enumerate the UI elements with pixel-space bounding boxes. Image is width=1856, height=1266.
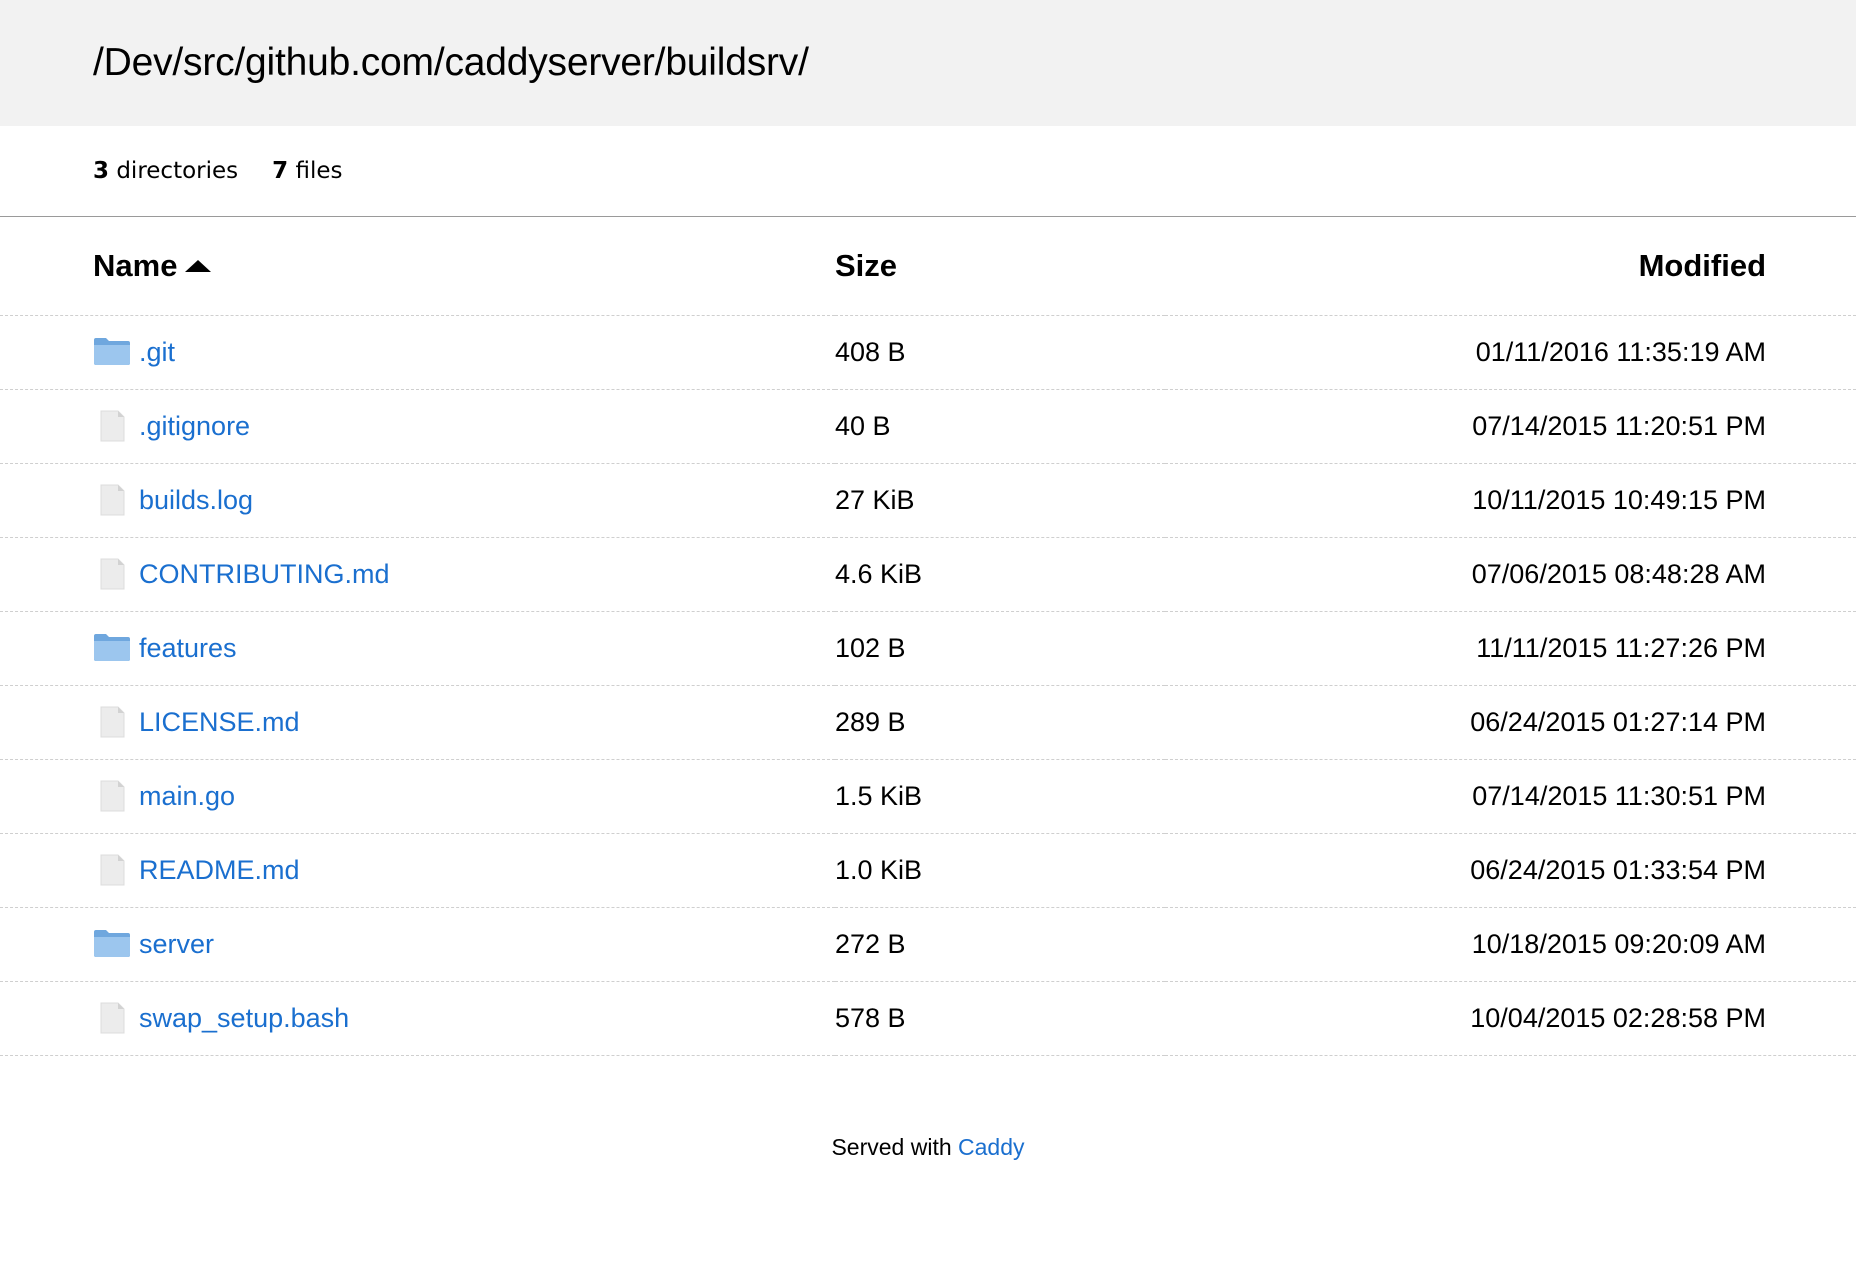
file-icon [93, 410, 131, 442]
size-cell: 578 B [835, 981, 1165, 1056]
file-icon [93, 484, 131, 516]
name-cell: README.md [0, 833, 835, 908]
modified-cell: 10/18/2015 09:20:09 AM [1165, 907, 1856, 982]
entry-link[interactable]: server [139, 929, 214, 960]
size-cell: 4.6 KiB [835, 537, 1165, 612]
size-cell: 408 B [835, 315, 1165, 390]
name-cell: LICENSE.md [0, 685, 835, 760]
column-header-size[interactable]: Size [835, 217, 1165, 316]
entry-link[interactable]: LICENSE.md [139, 707, 300, 738]
modified-cell: 07/06/2015 08:48:28 AM [1165, 537, 1856, 612]
column-header-modified-label: Modified [1638, 247, 1766, 283]
name-cell: features [0, 611, 835, 686]
directory-count-value: 3 [93, 158, 110, 184]
file-listing-table: Name Size Modified .git 408 B 01/11/2016… [0, 217, 1856, 1056]
size-cell: 40 B [835, 389, 1165, 464]
folder-icon [93, 632, 131, 664]
caddy-link[interactable]: Caddy [958, 1134, 1024, 1160]
page-header: /Dev/src/github.com/caddyserver/buildsrv… [0, 0, 1856, 126]
entry-link[interactable]: swap_setup.bash [139, 1003, 349, 1034]
modified-cell: 06/24/2015 01:33:54 PM [1165, 833, 1856, 908]
size-cell: 289 B [835, 685, 1165, 760]
table-row-features: features 102 B 11/11/2015 11:27:26 PM [0, 611, 1856, 686]
page-title: /Dev/src/github.com/caddyserver/buildsrv… [93, 41, 809, 84]
table-row-server: server 272 B 10/18/2015 09:20:09 AM [0, 907, 1856, 982]
sort-ascending-icon [185, 259, 212, 272]
table-row-readme-md: README.md 1.0 KiB 06/24/2015 01:33:54 PM [0, 833, 1856, 908]
file-icon [93, 558, 131, 590]
file-count: 7 files [272, 158, 342, 184]
directory-count: 3 directories [93, 158, 238, 184]
folder-icon [93, 336, 131, 368]
file-count-value: 7 [272, 158, 289, 184]
file-icon [93, 706, 131, 738]
name-cell: builds.log [0, 463, 835, 538]
column-header-modified[interactable]: Modified [1165, 217, 1856, 316]
name-cell: main.go [0, 759, 835, 834]
entry-link[interactable]: features [139, 633, 237, 664]
size-cell: 272 B [835, 907, 1165, 982]
entry-link[interactable]: CONTRIBUTING.md [139, 559, 390, 590]
entry-link[interactable]: .gitignore [139, 411, 250, 442]
entry-link[interactable]: builds.log [139, 485, 253, 516]
table-row-builds-log: builds.log 27 KiB 10/11/2015 10:49:15 PM [0, 463, 1856, 538]
name-cell: CONTRIBUTING.md [0, 537, 835, 612]
folder-icon [93, 928, 131, 960]
size-cell: 1.5 KiB [835, 759, 1165, 834]
entry-link[interactable]: .git [139, 337, 175, 368]
name-cell: .gitignore [0, 389, 835, 464]
modified-cell: 10/04/2015 02:28:58 PM [1165, 981, 1856, 1056]
entry-link[interactable]: main.go [139, 781, 235, 812]
column-header-name[interactable]: Name [0, 217, 835, 316]
name-cell: server [0, 907, 835, 982]
name-cell: .git [0, 315, 835, 390]
table-row-gitignore: .gitignore 40 B 07/14/2015 11:20:51 PM [0, 389, 1856, 464]
file-icon [93, 1002, 131, 1034]
table-row-git: .git 408 B 01/11/2016 11:35:19 AM [0, 315, 1856, 390]
modified-cell: 01/11/2016 11:35:19 AM [1165, 315, 1856, 390]
directory-count-label: directories [116, 158, 239, 184]
footer-text: Served with [831, 1133, 952, 1160]
modified-cell: 06/24/2015 01:27:14 PM [1165, 685, 1856, 760]
table-row-license-md: LICENSE.md 289 B 06/24/2015 01:27:14 PM [0, 685, 1856, 760]
name-cell: swap_setup.bash [0, 981, 835, 1056]
file-icon [93, 854, 131, 886]
table-row-swap-setup-bash: swap_setup.bash 578 B 10/04/2015 02:28:5… [0, 981, 1856, 1056]
table-row-main-go: main.go 1.5 KiB 07/14/2015 11:30:51 PM [0, 759, 1856, 834]
entry-link[interactable]: README.md [139, 855, 300, 886]
modified-cell: 10/11/2015 10:49:15 PM [1165, 463, 1856, 538]
size-cell: 27 KiB [835, 463, 1165, 538]
modified-cell: 07/14/2015 11:30:51 PM [1165, 759, 1856, 834]
size-cell: 102 B [835, 611, 1165, 686]
table-row-contributing-md: CONTRIBUTING.md 4.6 KiB 07/06/2015 08:48… [0, 537, 1856, 612]
page-footer: Served with Caddy [0, 1134, 1856, 1161]
column-header-name-label: Name [93, 247, 178, 283]
file-icon [93, 780, 131, 812]
size-cell: 1.0 KiB [835, 833, 1165, 908]
listing-summary: 3 directories 7 files [0, 126, 1856, 217]
file-count-label: files [295, 158, 343, 184]
column-header-size-label: Size [835, 247, 898, 283]
table-header-row: Name Size Modified [0, 217, 1856, 316]
modified-cell: 11/11/2015 11:27:26 PM [1165, 611, 1856, 686]
modified-cell: 07/14/2015 11:20:51 PM [1165, 389, 1856, 464]
